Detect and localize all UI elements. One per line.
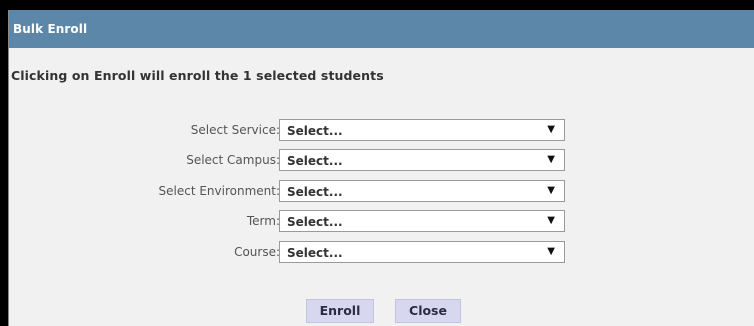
- bulk-enroll-dialog: Bulk Enroll Clicking on Enroll will enro…: [8, 10, 754, 326]
- chevron-down-icon: ▼: [547, 185, 555, 196]
- chevron-down-icon: ▼: [547, 154, 555, 165]
- chevron-down-icon: ▼: [547, 246, 555, 257]
- select-environment-value: Select...: [287, 185, 343, 199]
- service-row: Select Service: Select... ▼: [9, 119, 754, 141]
- select-service-value: Select...: [287, 124, 343, 138]
- term-value: Select...: [287, 215, 343, 229]
- select-campus-value: Select...: [287, 154, 343, 168]
- close-button[interactable]: Close: [395, 299, 461, 323]
- dialog-title: Bulk Enroll: [13, 22, 88, 36]
- dialog-titlebar[interactable]: Bulk Enroll: [9, 10, 754, 48]
- select-service-label: Select Service:: [190, 123, 280, 137]
- course-dropdown[interactable]: Select... ▼: [279, 241, 565, 263]
- select-environment-label: Select Environment:: [158, 184, 281, 198]
- term-label: Term:: [246, 214, 280, 228]
- course-row: Course: Select... ▼: [9, 241, 754, 263]
- enroll-button[interactable]: Enroll: [306, 299, 374, 323]
- chevron-down-icon: ▼: [547, 124, 555, 135]
- select-campus-label: Select Campus:: [186, 153, 280, 167]
- course-label: Course:: [234, 245, 280, 259]
- term-dropdown[interactable]: Select... ▼: [279, 210, 565, 232]
- term-row: Term: Select... ▼: [9, 210, 754, 232]
- course-value: Select...: [287, 246, 343, 260]
- campus-row: Select Campus: Select... ▼: [9, 149, 754, 171]
- select-service-dropdown[interactable]: Select... ▼: [279, 119, 565, 141]
- chevron-down-icon: ▼: [547, 215, 555, 226]
- environment-row: Select Environment: Select... ▼: [9, 180, 754, 202]
- select-environment-dropdown[interactable]: Select... ▼: [279, 180, 565, 202]
- enroll-message: Clicking on Enroll will enroll the 1 sel…: [11, 68, 384, 83]
- select-campus-dropdown[interactable]: Select... ▼: [279, 149, 565, 171]
